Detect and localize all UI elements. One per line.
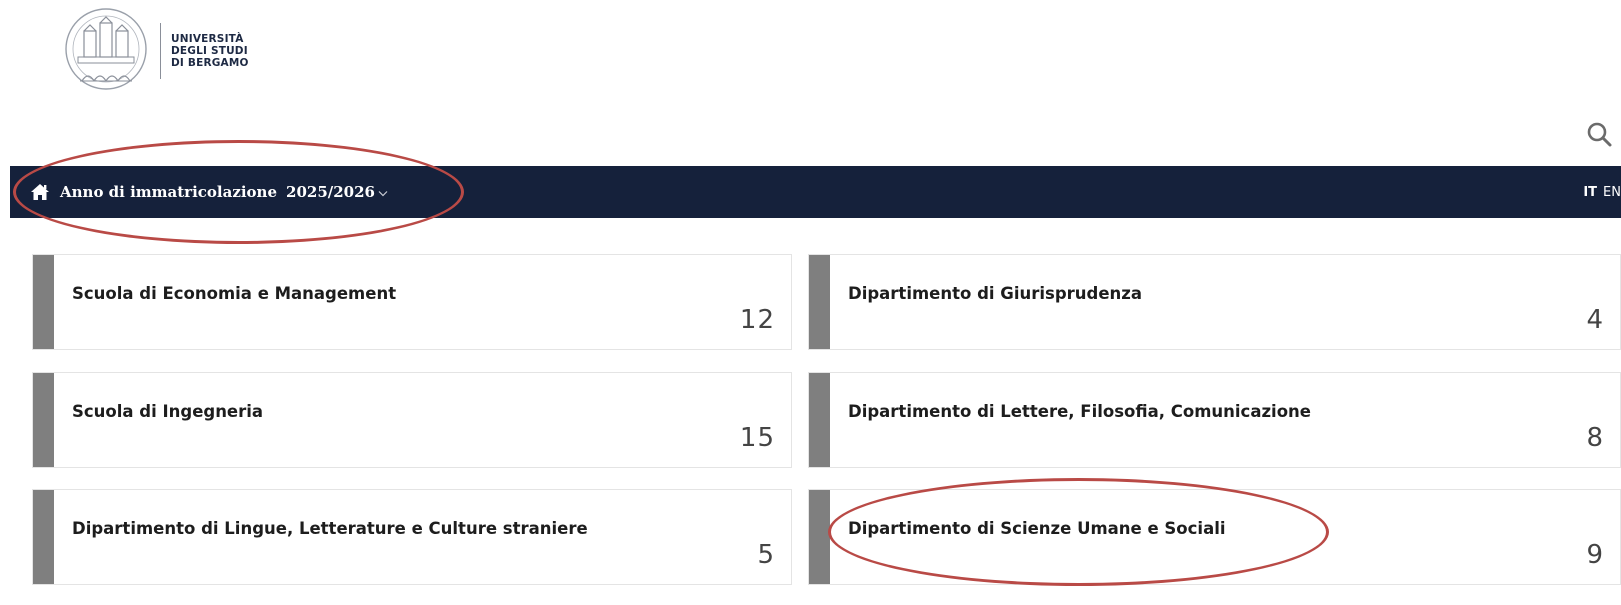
department-card[interactable]: Dipartimento di Giurisprudenza 4 — [808, 254, 1621, 350]
language-it[interactable]: IT — [1583, 185, 1597, 200]
card-accent-bar — [809, 373, 830, 467]
department-card[interactable]: Dipartimento di Lettere, Filosofia, Comu… — [808, 372, 1621, 468]
card-accent-bar — [809, 255, 830, 349]
card-count: 4 — [1586, 305, 1604, 335]
department-card[interactable]: Scuola di Ingegneria 15 — [32, 372, 792, 468]
logo-line: DEGLI STUDI — [171, 45, 248, 57]
card-count: 9 — [1586, 540, 1604, 570]
home-icon — [31, 184, 49, 200]
card-accent-bar — [33, 255, 54, 349]
card-title: Dipartimento di Lingue, Letterature e Cu… — [72, 519, 588, 538]
enrollment-year-value: 2025/2026 — [286, 183, 375, 201]
logo-line: DI BERGAMO — [171, 57, 249, 69]
home-link[interactable]: Anno di immatricolazione — [30, 183, 277, 201]
page: UNIVERSITÀ DEGLI STUDI DI BERGAMO Anno d… — [0, 0, 1621, 605]
enrollment-year-label: Anno di immatricolazione — [60, 183, 278, 201]
card-count: 5 — [757, 540, 775, 570]
university-seal-icon — [65, 8, 147, 90]
department-card[interactable]: Scuola di Economia e Management 12 — [32, 254, 792, 350]
logo-line: UNIVERSITÀ — [171, 33, 244, 45]
enrollment-year-dropdown[interactable]: 2025/2026 — [286, 183, 388, 201]
department-card[interactable]: Dipartimento di Scienze Umane e Sociali … — [808, 489, 1621, 585]
search-icon — [1587, 122, 1612, 147]
card-accent-bar — [33, 490, 54, 584]
card-title: Scuola di Economia e Management — [72, 284, 397, 303]
logo-wordmark: UNIVERSITÀ DEGLI STUDI DI BERGAMO — [171, 33, 249, 69]
card-title: Dipartimento di Giurisprudenza — [848, 284, 1143, 303]
card-count: 8 — [1586, 423, 1604, 453]
logo-divider — [160, 23, 161, 79]
card-accent-bar — [33, 373, 54, 467]
language-switcher: IT EN — [1583, 166, 1621, 218]
card-title: Dipartimento di Lettere, Filosofia, Comu… — [848, 402, 1311, 421]
card-title: Dipartimento di Scienze Umane e Sociali — [848, 519, 1226, 538]
card-count: 12 — [739, 305, 775, 335]
search-button[interactable] — [1585, 120, 1613, 148]
department-card[interactable]: Dipartimento di Lingue, Letterature e Cu… — [32, 489, 792, 585]
navigation-bar: Anno di immatricolazione 2025/2026 IT EN — [10, 166, 1621, 218]
card-accent-bar — [809, 490, 830, 584]
card-title: Scuola di Ingegneria — [72, 402, 264, 421]
card-count: 15 — [739, 423, 775, 453]
language-en[interactable]: EN — [1603, 185, 1621, 200]
chevron-down-icon — [378, 190, 388, 196]
university-logo[interactable]: UNIVERSITÀ DEGLI STUDI DI BERGAMO — [58, 6, 249, 96]
